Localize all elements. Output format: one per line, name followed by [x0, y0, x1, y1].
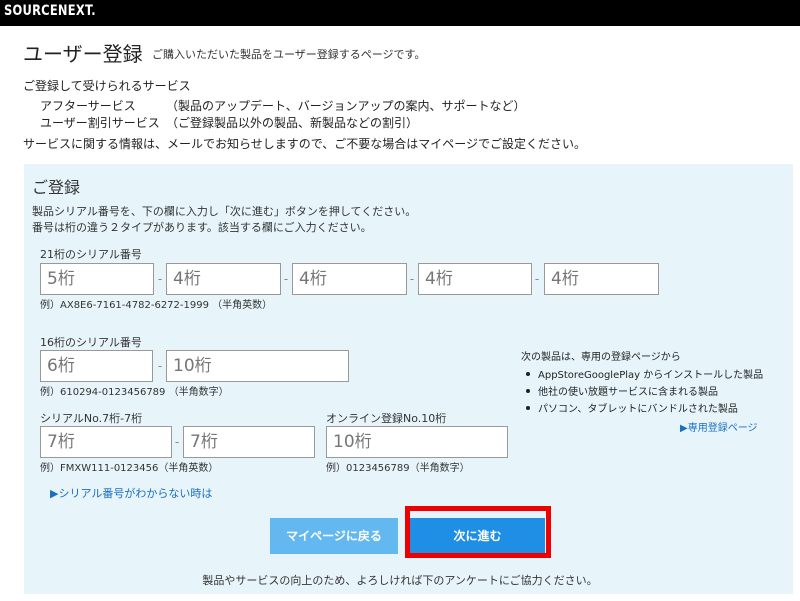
online10-input[interactable] [326, 426, 508, 458]
side-note-heading: 次の製品は、専用の登録ページから [521, 352, 681, 363]
instruction-1: 製品シリアル番号を、下の欄に入力し「次に進む」ボタンを押してください。 [32, 205, 417, 218]
serial77-part1-input[interactable] [40, 426, 172, 458]
dash-separator: - [534, 272, 540, 286]
serial16-label: 16桁のシリアル番号 [40, 336, 142, 349]
page-subtitle: ご購入いただいた製品をユーザー登録するページです。 [152, 48, 426, 61]
dash-separator: - [283, 272, 289, 286]
sourcenext-logo[interactable]: SOURCENEXT. [4, 3, 96, 19]
unknown-serial-link[interactable]: ▶シリアル番号がわからない時は [50, 485, 212, 501]
serial16-part1-input[interactable] [40, 350, 153, 382]
survey-footer-text: 製品やサービスの向上のため、よろしければ下のアンケートにご協力ください。 [202, 574, 598, 587]
serial77-example: 例）FMXW111-0123456（半角英数） [40, 463, 219, 474]
bullet-icon [526, 389, 530, 393]
service-desc-after: （製品のアップデート、バージョンアップの案内、サポートなど） [166, 99, 526, 113]
serial21-label: 21桁のシリアル番号 [40, 248, 142, 261]
serial16-example: 例）610294-0123456789 （半角数字） [40, 387, 229, 398]
services-heading: ご登録して受けられるサービス [23, 79, 191, 93]
registration-title: ご登録 [32, 178, 81, 197]
service-name-after: アフターサービス [40, 99, 136, 113]
serial77-label: シリアルNo.7桁-7桁 [40, 412, 143, 425]
page-title: ユーザー登録 [23, 42, 143, 66]
instruction-2: 番号は桁の違う２タイプがあります。該当する欄にご入力ください。 [32, 221, 372, 234]
serial21-part4-input[interactable] [418, 263, 532, 295]
service-name-discount: ユーザー割引サービス [40, 116, 160, 130]
bullet-icon [526, 406, 530, 410]
bullet-icon [526, 372, 530, 376]
dash-separator: - [157, 359, 163, 373]
serial21-example: 例）AX8E6-7161-4782-6272-1999 （半角英数） [40, 300, 273, 311]
serial21-part3-input[interactable] [292, 263, 407, 295]
dash-separator: - [409, 272, 415, 286]
serial21-part1-input[interactable] [40, 263, 154, 295]
serial21-part2-input[interactable] [166, 263, 281, 295]
side-note-item-2: 他社の使い放題サービスに含まれる製品 [538, 387, 718, 398]
online10-label: オンライン登録No.10桁 [326, 412, 447, 425]
service-desc-discount: （ご登録製品以外の製品、新製品などの割引） [166, 116, 419, 130]
services-notice: サービスに関する情報は、メールでお知らせしますので、ご不要な場合はマイページでご… [23, 137, 587, 151]
online10-example: 例）0123456789（半角数字） [326, 463, 470, 474]
highlight-box [405, 506, 551, 558]
serial21-part5-input[interactable] [544, 263, 659, 295]
serial16-part2-input[interactable] [166, 350, 349, 382]
top-bar: SOURCENEXT. [0, 0, 800, 26]
dedicated-registration-link[interactable]: ▶専用登録ページ [680, 419, 758, 434]
side-note-item-1: AppStoreGooglePlay からインストールした製品 [538, 370, 764, 381]
dash-separator: - [157, 272, 163, 286]
serial77-part2-input[interactable] [183, 426, 315, 458]
back-to-mypage-button[interactable]: マイページに戻る [270, 518, 398, 554]
side-note-item-3: パソコン、タブレットにバンドルされた製品 [538, 404, 738, 415]
dash-separator: - [174, 435, 180, 449]
